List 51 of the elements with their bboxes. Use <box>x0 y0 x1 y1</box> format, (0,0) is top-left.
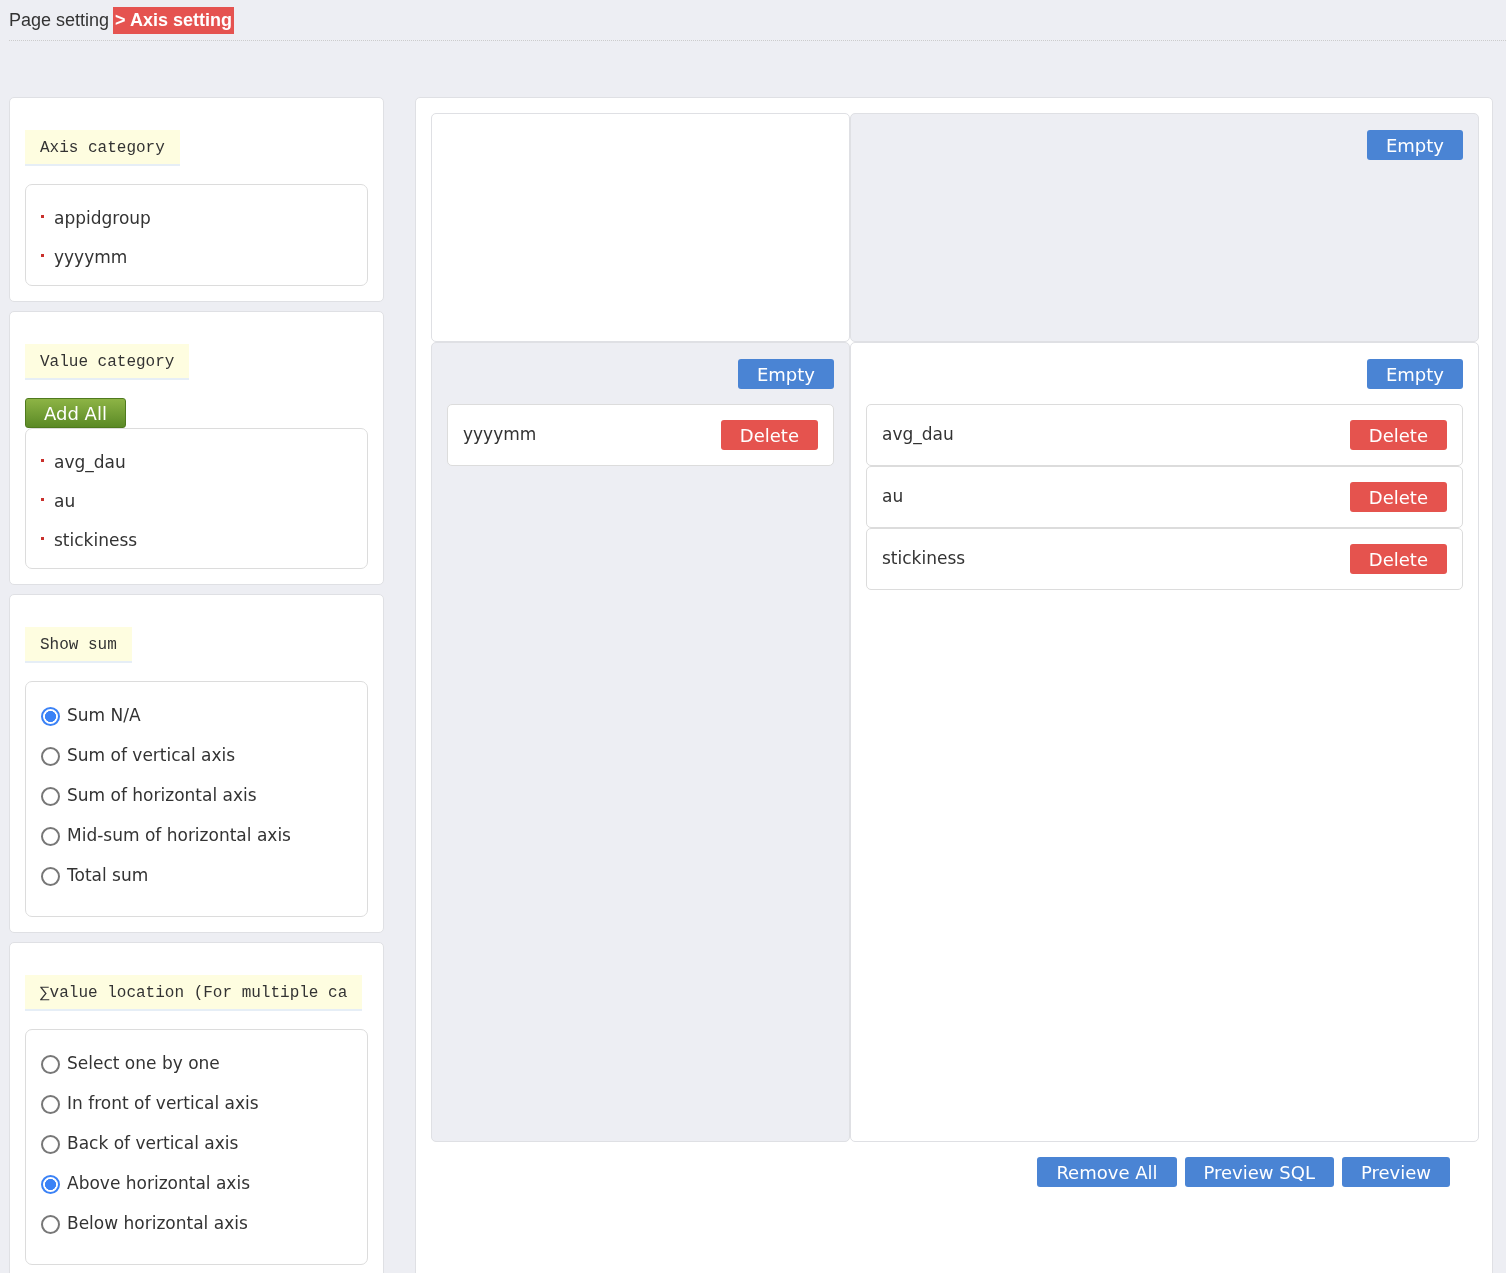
delete-button[interactable]: Delete <box>1349 482 1447 512</box>
field-item[interactable]: appidgroup <box>54 205 151 232</box>
action-button[interactable]: Preview SQL <box>1184 1157 1334 1187</box>
radio-label: Sum of horizontal axis <box>67 784 257 808</box>
empty-button[interactable]: Empty <box>737 359 834 389</box>
radio-label: Below horizontal axis <box>67 1212 248 1236</box>
radio-label: Mid-sum of horizontal axis <box>67 824 291 848</box>
field-name: stickiness <box>882 547 966 571</box>
field-item[interactable]: yyyymm <box>54 244 128 271</box>
radio-button[interactable] <box>41 826 60 846</box>
radio-label: Sum N/A <box>67 704 141 728</box>
field-name: avg_dau <box>882 423 954 447</box>
delete-button[interactable]: Delete <box>1349 420 1447 450</box>
bullet-icon <box>41 215 44 218</box>
radio-label: Sum of vertical axis <box>67 744 236 768</box>
empty-button[interactable]: Empty <box>1366 130 1463 160</box>
radio-button[interactable] <box>41 786 60 806</box>
radio-button[interactable] <box>41 1134 60 1154</box>
radio-label: Above horizontal axis <box>67 1172 250 1196</box>
delete-button[interactable]: Delete <box>1349 544 1447 574</box>
section-title: ∑value location (For multiple ca <box>25 975 363 1011</box>
action-button[interactable]: Preview <box>1341 1157 1450 1187</box>
field-item[interactable]: au <box>54 488 76 515</box>
radio-button[interactable] <box>41 1054 60 1074</box>
field-item[interactable]: avg_dau <box>54 449 126 476</box>
radio-button[interactable] <box>41 1174 60 1194</box>
field-name: au <box>882 485 904 509</box>
bullet-icon <box>41 537 44 540</box>
field-name: yyyymm <box>463 423 537 447</box>
empty-button[interactable]: Empty <box>1366 359 1463 389</box>
section-title: Value category <box>25 344 190 380</box>
radio-button[interactable] <box>41 1094 60 1114</box>
bullet-icon <box>41 498 44 501</box>
radio-label: Back of vertical axis <box>67 1132 239 1156</box>
current-page-title: > Axis setting <box>113 6 234 34</box>
action-button[interactable]: Remove All <box>1037 1157 1177 1187</box>
field-item[interactable]: stickiness <box>54 527 138 554</box>
radio-button[interactable] <box>41 1214 60 1234</box>
radio-label: Total sum <box>67 864 149 888</box>
add-all-button[interactable]: Add All <box>25 398 126 428</box>
bullet-icon <box>41 459 44 462</box>
radio-label: Select one by one <box>67 1052 220 1076</box>
section-title: Axis category <box>25 130 180 166</box>
breadcrumb-text[interactable]: Page setting <box>9 6 110 34</box>
radio-button[interactable] <box>41 746 60 766</box>
radio-button[interactable] <box>41 866 60 886</box>
section-title: Show sum <box>25 627 132 663</box>
delete-button[interactable]: Delete <box>720 420 818 450</box>
bullet-icon <box>41 254 44 257</box>
radio-button[interactable] <box>41 706 60 726</box>
radio-label: In front of vertical axis <box>67 1092 259 1116</box>
